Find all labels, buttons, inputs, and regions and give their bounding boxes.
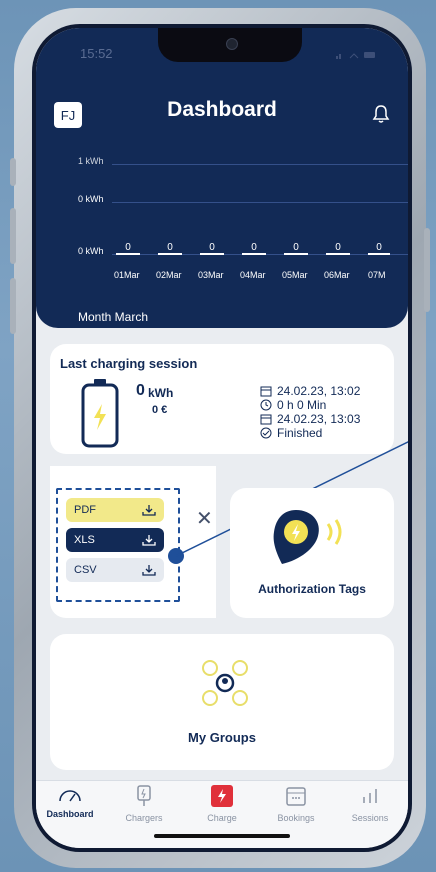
my-groups-label: My Groups	[188, 730, 256, 745]
volume-up-button	[10, 208, 16, 264]
download-icon	[142, 565, 156, 576]
cost-value: 0 €	[152, 404, 168, 416]
status-time: 15:52	[80, 46, 113, 61]
month-label: Month March	[78, 310, 149, 324]
bar-data-label: 0	[284, 242, 308, 255]
x-tick-label: 04Mar	[240, 270, 266, 280]
bar-data-label: 0	[368, 242, 390, 255]
session-duration-row: 0 h 0 Min	[260, 398, 326, 412]
session-start-row: 24.02.23, 13:02	[260, 384, 360, 398]
export-csv-button[interactable]: CSV	[66, 558, 164, 582]
status-icons	[336, 48, 376, 59]
x-tick-label: 05Mar	[282, 270, 308, 280]
session-duration: 0 h 0 Min	[277, 398, 327, 412]
grid-line	[112, 202, 408, 203]
export-pdf-button[interactable]: PDF	[66, 498, 164, 522]
camera	[226, 38, 238, 50]
y-tick-label: 1 kWh	[78, 156, 104, 166]
authorization-tags-card[interactable]: Authorization Tags	[230, 488, 394, 618]
nav-label-sessions: Sessions	[351, 813, 389, 823]
export-xls-button[interactable]: XLS	[66, 528, 164, 552]
gauge-icon	[59, 790, 81, 802]
nav-label-charge: Charge	[207, 813, 237, 823]
notch	[158, 28, 302, 62]
my-groups-card[interactable]: My Groups	[50, 634, 394, 770]
nav-item-sessions[interactable]: Sessions	[336, 785, 404, 823]
page-title: Dashboard	[167, 98, 277, 121]
rfid-tag-icon	[273, 510, 342, 564]
y-tick-label: 0 kWh	[78, 246, 104, 256]
nav-item-charge[interactable]: Charge	[188, 785, 256, 823]
last-session-title: Last charging session	[60, 356, 198, 371]
bell-icon[interactable]	[372, 104, 390, 124]
bar-data-label: 0	[158, 242, 182, 255]
x-tick-label: 02Mar	[156, 270, 182, 280]
battery-icon	[81, 379, 119, 448]
export-csv-label: CSV	[74, 564, 97, 576]
mute-switch	[10, 158, 16, 186]
charger-icon	[137, 785, 151, 806]
bar-chart-icon	[363, 789, 377, 803]
nav-label-dashboard: Dashboard	[46, 809, 94, 819]
grid-line	[112, 164, 408, 165]
export-pdf-label: PDF	[74, 504, 96, 516]
dashboard-header: FJ Dashboard 1 kWh 0 kWh 0 kWh 0 0 0 0 0…	[36, 28, 408, 328]
nav-label-chargers: Chargers	[125, 813, 163, 823]
home-indicator[interactable]	[154, 834, 290, 838]
bar-data-label: 0	[200, 242, 224, 255]
session-start: 24.02.23, 13:02	[277, 384, 361, 398]
nav-item-bookings[interactable]: Bookings	[262, 785, 330, 823]
clock-icon	[260, 399, 272, 411]
x-tick-label: 07M	[368, 270, 386, 280]
volume-down-button	[10, 278, 16, 334]
nav-label-bookings: Bookings	[277, 813, 315, 823]
power-button	[424, 228, 430, 312]
authorization-tags-label: Authorization Tags	[258, 582, 366, 596]
download-icon	[142, 505, 156, 516]
group-icon	[202, 660, 248, 706]
x-tick-label: 06Mar	[324, 270, 350, 280]
energy-value: 0	[136, 382, 145, 399]
nav-item-dashboard[interactable]: Dashboard	[36, 785, 104, 819]
phone-frame: FJ Dashboard 1 kWh 0 kWh 0 kWh 0 0 0 0 0…	[10, 8, 430, 868]
lightning-icon	[211, 785, 233, 807]
x-tick-label: 03Mar	[198, 270, 224, 280]
energy-unit: kWh	[148, 386, 174, 400]
bar-data-label: 0	[326, 242, 350, 255]
x-tick-label: 01Mar	[114, 270, 140, 280]
nav-item-chargers[interactable]: Chargers	[110, 785, 178, 823]
bar-data-label: 0	[242, 242, 266, 255]
calendar-icon	[286, 787, 306, 806]
y-tick-label: 0 kWh	[78, 194, 104, 204]
download-icon	[142, 535, 156, 546]
bar-data-label: 0	[116, 242, 140, 255]
calendar-icon	[260, 386, 272, 397]
export-xls-label: XLS	[74, 534, 95, 546]
app-screen: FJ Dashboard 1 kWh 0 kWh 0 kWh 0 0 0 0 0…	[36, 28, 408, 848]
phone-bezel: FJ Dashboard 1 kWh 0 kWh 0 kWh 0 0 0 0 0…	[32, 24, 412, 852]
